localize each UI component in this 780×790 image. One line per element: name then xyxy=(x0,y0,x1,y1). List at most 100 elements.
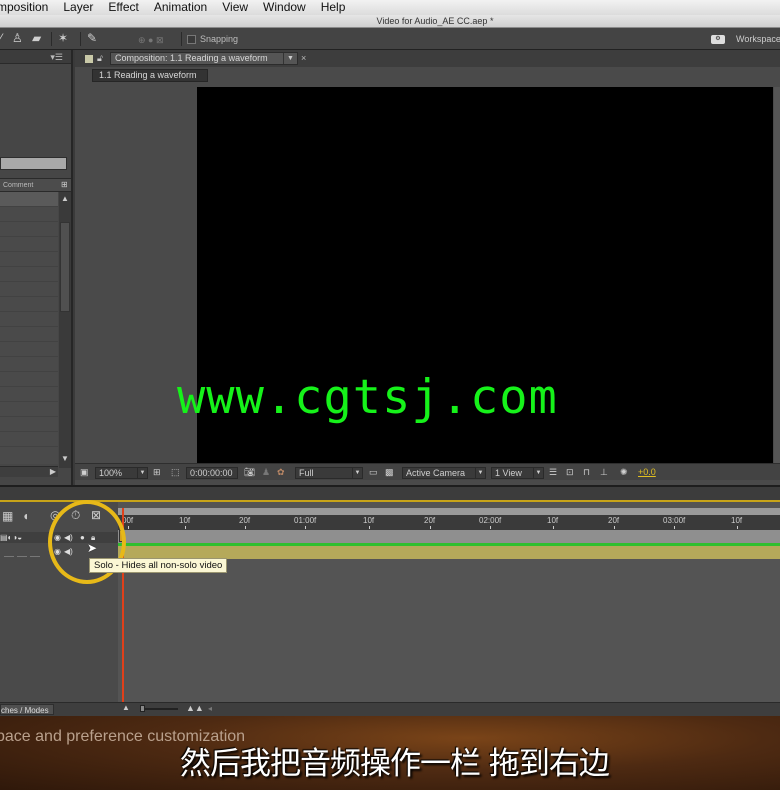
active-camera-select[interactable]: Active Camera ▼ xyxy=(402,467,486,479)
list-item[interactable] xyxy=(0,312,58,327)
snapping-checkbox[interactable] xyxy=(187,35,196,44)
project-panel-header: ▾☰ xyxy=(0,50,71,64)
list-item[interactable] xyxy=(0,372,58,387)
composition-tab[interactable]: Composition: 1.1 Reading a waveform ▼ xyxy=(110,52,298,65)
separator xyxy=(80,32,81,46)
viewer-scrollbar[interactable] xyxy=(774,87,780,463)
active-camera-value: Active Camera xyxy=(406,468,466,478)
watermark-text: www.cgtsj.com xyxy=(177,370,558,425)
layer-switch[interactable] xyxy=(30,549,40,557)
resolution-value: Full xyxy=(299,468,314,478)
timecode-display[interactable]: 0:00:00:00 xyxy=(186,467,238,479)
solo-tooltip: Solo - Hides all non-solo video xyxy=(89,558,228,573)
snapshot-camera-icon[interactable]: 📷︎ xyxy=(244,467,255,479)
panel-menu-icon[interactable]: ▾☰ xyxy=(50,52,63,63)
list-item[interactable] xyxy=(0,357,58,372)
time-ruler[interactable]: 00f 10f 20f 01:00f 10f 20f 02:00f 10f 20… xyxy=(118,515,780,530)
ruler-tick-label: 10f xyxy=(363,516,375,529)
magnification-select[interactable]: 100% ▼ xyxy=(95,467,148,479)
brush-tool-icon[interactable]: ⁄ xyxy=(0,32,2,44)
menu-view[interactable]: View xyxy=(222,0,248,14)
list-item[interactable] xyxy=(0,342,58,357)
shy-icon[interactable]: ▤◐◑◒ xyxy=(0,532,22,543)
view-layout-select[interactable]: 1 View ▼ xyxy=(491,467,544,479)
workspace-menu[interactable]: Workspace xyxy=(736,34,780,44)
time-navigator-bar[interactable] xyxy=(118,530,780,543)
mask-visibility-icon[interactable]: ⬚ xyxy=(171,467,180,479)
always-preview-icon[interactable]: ▣ xyxy=(80,467,89,479)
axis-mode-icon[interactable]: ⊕ ● ⊠ xyxy=(138,34,164,46)
transparency-grid-icon[interactable]: ▩ xyxy=(385,467,394,479)
reset-exposure-icon[interactable]: ✺ xyxy=(620,467,628,479)
scroll-down-icon[interactable]: ▼ xyxy=(61,454,69,463)
list-item[interactable] xyxy=(0,252,58,267)
zoom-out-icon[interactable]: ▲ xyxy=(122,703,130,712)
ruler-tick-label: 20f xyxy=(424,516,436,529)
flowchart-icon[interactable]: ⊥ xyxy=(600,467,608,479)
layer-switch[interactable] xyxy=(17,549,27,557)
safe-zones-icon[interactable]: ⊞ xyxy=(153,467,161,479)
project-search-input[interactable] xyxy=(0,157,67,170)
ruler-tick-label: 10f xyxy=(547,516,559,529)
project-item-list[interactable] xyxy=(0,192,58,464)
fast-previews-icon[interactable]: ⊡ xyxy=(566,467,574,479)
work-area-bar[interactable] xyxy=(118,508,780,515)
menu-animation[interactable]: Animation xyxy=(154,0,207,14)
draft-3d-icon[interactable]: ▦ xyxy=(2,509,13,523)
menu-window[interactable]: Window xyxy=(263,0,306,14)
composition-breadcrumb[interactable]: 1.1 Reading a waveform xyxy=(92,69,208,82)
close-icon[interactable]: × xyxy=(301,53,306,63)
scrollbar-thumb[interactable] xyxy=(60,222,70,312)
list-item[interactable] xyxy=(0,237,58,252)
show-snapshot-icon[interactable]: ♟ xyxy=(262,467,270,479)
menu-bar: mposition Layer Effect Animation View Window H… xyxy=(0,0,780,15)
composition-panel: 🔓︎ Composition: 1.1 Reading a waveform ▼… xyxy=(75,50,780,485)
project-horizontal-scrollbar[interactable]: ▶ xyxy=(0,466,58,477)
list-item[interactable] xyxy=(0,207,58,222)
menu-layer[interactable]: Layer xyxy=(63,0,93,14)
scroll-right-icon[interactable]: ▶ xyxy=(50,467,56,476)
project-vertical-scrollbar[interactable]: ⊞ ▲ ▼ xyxy=(59,180,71,468)
flowchart-icon[interactable]: ⊞ xyxy=(61,180,68,189)
list-item[interactable] xyxy=(0,282,58,297)
zoom-in-icon[interactable]: ▲▲ xyxy=(186,703,204,713)
timeline-end-icon[interactable]: ◂ xyxy=(208,704,212,713)
list-item[interactable] xyxy=(0,387,58,402)
list-item[interactable] xyxy=(0,222,58,237)
list-item[interactable] xyxy=(0,297,58,312)
clone-stamp-tool-icon[interactable]: ♙ xyxy=(12,32,23,44)
region-of-interest-icon[interactable]: ▭ xyxy=(369,467,378,479)
menu-composition[interactable]: mposition xyxy=(0,0,48,14)
resolution-select[interactable]: Full ▼ xyxy=(295,467,363,479)
toggle-switches-modes-button[interactable]: ches / Modes xyxy=(0,704,54,715)
timeline-zoom-handle[interactable] xyxy=(140,705,145,712)
magnification-value: 100% xyxy=(99,468,123,478)
puppet-pin-tool-icon[interactable]: ✎ xyxy=(87,32,97,44)
list-item[interactable] xyxy=(0,417,58,432)
panel-divider[interactable] xyxy=(0,485,780,500)
list-item[interactable] xyxy=(0,432,58,447)
exposure-value[interactable]: +0.0 xyxy=(638,467,656,479)
scroll-up-icon[interactable]: ▲ xyxy=(61,194,69,203)
eraser-tool-icon[interactable]: ▰ xyxy=(32,32,41,44)
toggle-pixel-aspect-icon[interactable]: ☰ xyxy=(549,467,557,479)
lock-icon[interactable]: 🔓︎ xyxy=(97,53,103,64)
workspace-icon[interactable]: ⚙ xyxy=(711,35,725,44)
chevron-down-icon[interactable]: ▼ xyxy=(283,53,297,64)
timeline-graph-area[interactable]: 00f 10f 20f 01:00f 10f 20f 02:00f 10f 20… xyxy=(118,502,780,702)
ruler-tick-label: 10f xyxy=(731,516,743,529)
color-channels-icon[interactable]: ✿ xyxy=(277,467,285,479)
menu-help[interactable]: Help xyxy=(321,0,346,14)
label-color-swatch[interactable] xyxy=(85,55,93,63)
layer-switch[interactable] xyxy=(4,549,14,557)
list-item[interactable] xyxy=(0,327,58,342)
list-item[interactable] xyxy=(0,402,58,417)
menu-effect[interactable]: Effect xyxy=(108,0,138,14)
roto-brush-tool-icon[interactable]: ✶ xyxy=(58,32,68,44)
chevron-down-icon: ▼ xyxy=(137,468,147,478)
timeline-icon[interactable]: ⊓ xyxy=(583,467,590,479)
timeline-zoom-slider[interactable] xyxy=(142,708,178,710)
motion-blur-icon[interactable]: ◖ xyxy=(22,509,29,523)
list-item[interactable] xyxy=(0,267,58,282)
list-item[interactable] xyxy=(0,192,58,207)
